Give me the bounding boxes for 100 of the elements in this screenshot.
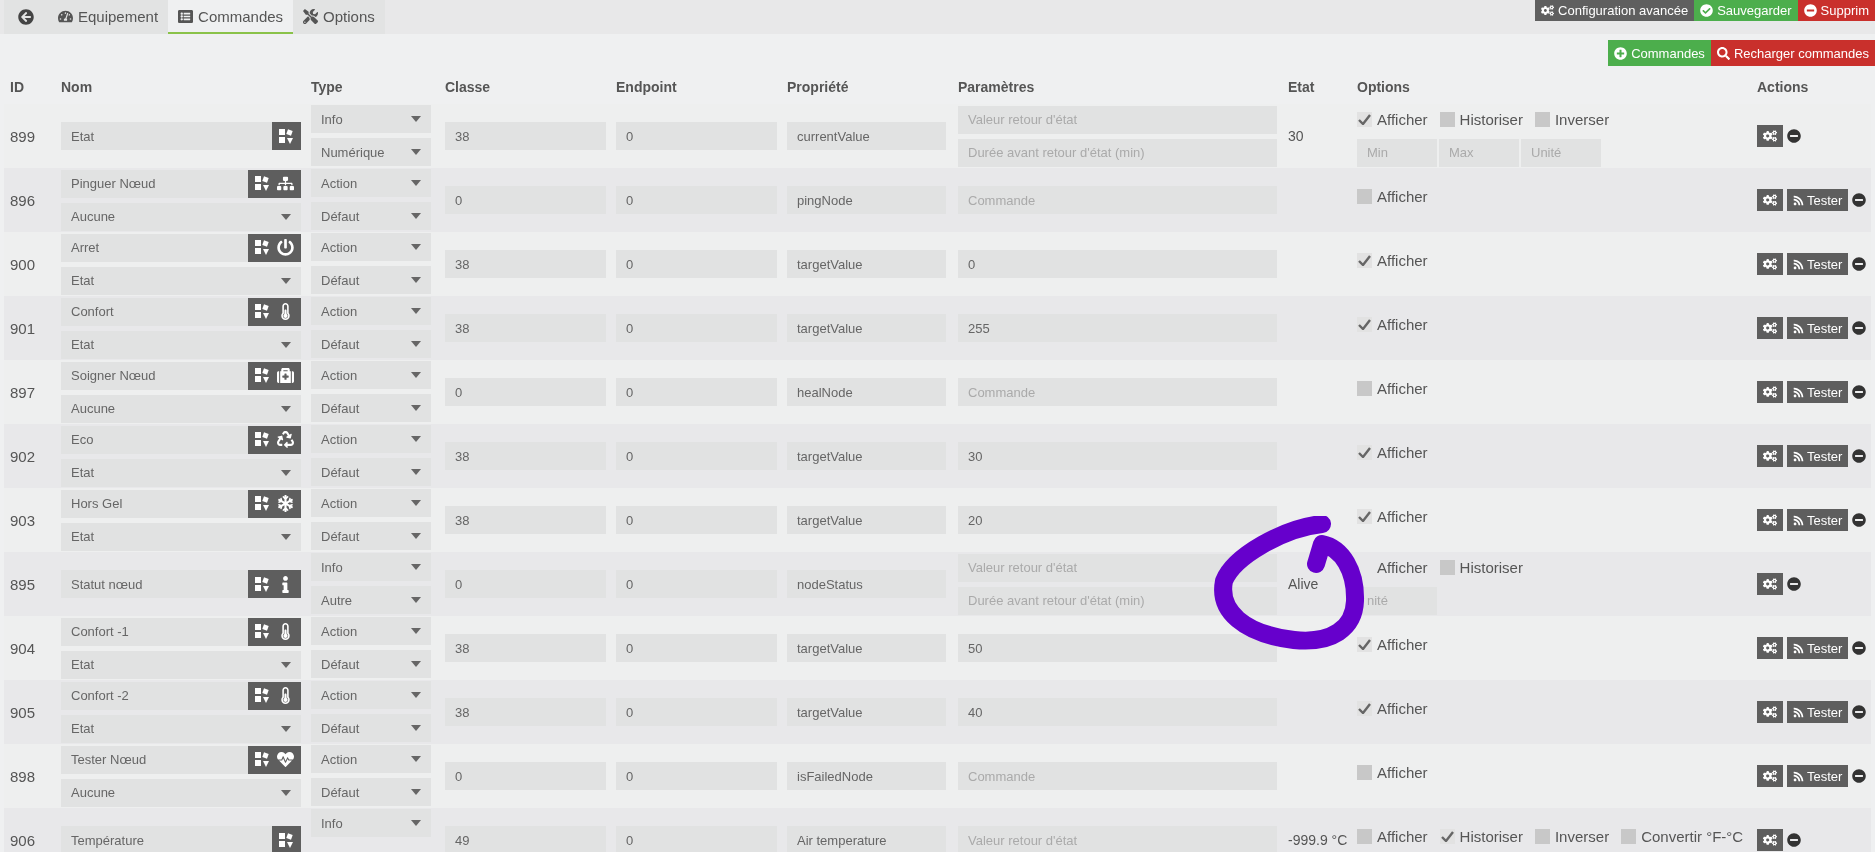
name-field[interactable]: Tester Nœud bbox=[61, 745, 248, 774]
reload-button[interactable]: Recharger commandes bbox=[1710, 40, 1875, 66]
type-select[interactable]: Action bbox=[311, 233, 431, 261]
type-select[interactable]: Action bbox=[311, 169, 431, 197]
value-select[interactable]: Etat bbox=[61, 458, 301, 487]
subtype-select[interactable]: Défaut bbox=[311, 714, 431, 742]
property-field[interactable]: pingNode bbox=[787, 186, 946, 214]
type-select[interactable]: Action bbox=[311, 297, 431, 325]
class-field[interactable]: 38 bbox=[445, 634, 606, 662]
name-field[interactable]: Statut nœud bbox=[61, 570, 248, 598]
remove-icon[interactable] bbox=[1852, 641, 1867, 655]
value-select[interactable]: Etat bbox=[61, 714, 301, 743]
option-field[interactable]: Min bbox=[1357, 138, 1437, 167]
class-field[interactable]: 38 bbox=[445, 314, 606, 342]
subtype-select[interactable]: Défaut bbox=[311, 458, 431, 486]
checkbox[interactable] bbox=[1357, 112, 1372, 127]
parameter-field[interactable]: Durée avant retour d'état (min) bbox=[958, 138, 1277, 167]
parameter-field[interactable]: Valeur retour d'état bbox=[958, 105, 1277, 134]
endpoint-field[interactable]: 0 bbox=[616, 122, 777, 150]
class-field[interactable]: 38 bbox=[445, 442, 606, 470]
property-field[interactable]: healNode bbox=[787, 378, 946, 406]
tab[interactable]: Commandes bbox=[168, 0, 294, 34]
checkbox[interactable] bbox=[1357, 508, 1372, 524]
type-select[interactable]: Info bbox=[311, 105, 431, 133]
name-field[interactable]: Confort -1 bbox=[61, 617, 248, 646]
name-field[interactable]: Arret bbox=[61, 233, 248, 262]
endpoint-field[interactable]: 0 bbox=[616, 378, 777, 406]
subtype-select[interactable]: Défaut bbox=[311, 522, 431, 550]
remove-icon[interactable] bbox=[1852, 449, 1867, 463]
endpoint-field[interactable]: 0 bbox=[616, 698, 777, 726]
endpoint-field[interactable]: 0 bbox=[616, 186, 777, 214]
test-button[interactable]: Tester bbox=[1787, 509, 1849, 531]
medkit-icon[interactable] bbox=[277, 367, 294, 384]
checkbox[interactable] bbox=[1534, 112, 1550, 127]
property-field[interactable]: Air temperature bbox=[787, 826, 946, 852]
endpoint-field[interactable]: 0 bbox=[616, 570, 777, 598]
remove-icon[interactable] bbox=[1852, 257, 1867, 271]
tiles-icon[interactable] bbox=[255, 432, 270, 447]
subtype-select[interactable]: Défaut bbox=[311, 266, 431, 294]
checkbox[interactable] bbox=[1357, 828, 1372, 844]
subtype-select[interactable]: Numérique bbox=[311, 138, 431, 166]
test-button[interactable]: Tester bbox=[1787, 637, 1849, 659]
config-button[interactable] bbox=[1757, 445, 1783, 467]
checkbox[interactable] bbox=[1357, 700, 1372, 716]
class-field[interactable]: 38 bbox=[445, 698, 606, 726]
endpoint-field[interactable]: 0 bbox=[616, 634, 777, 662]
config-button[interactable] bbox=[1757, 637, 1783, 659]
tiles-icon[interactable] bbox=[255, 496, 270, 511]
tiles-icon[interactable] bbox=[255, 176, 270, 191]
parameter-field[interactable]: 50 bbox=[958, 634, 1277, 662]
class-field[interactable]: 0 bbox=[445, 378, 606, 406]
remove-icon[interactable] bbox=[1852, 705, 1867, 719]
test-button[interactable]: Tester bbox=[1787, 765, 1849, 787]
tab[interactable]: Options bbox=[293, 0, 385, 34]
option-field[interactable]: Unité bbox=[1521, 138, 1601, 167]
property-field[interactable]: targetValue bbox=[787, 698, 946, 726]
value-select[interactable]: Etat bbox=[61, 522, 301, 551]
endpoint-field[interactable]: 0 bbox=[616, 442, 777, 470]
test-button[interactable]: Tester bbox=[1787, 253, 1849, 275]
value-select[interactable]: Etat bbox=[61, 330, 301, 359]
endpoint-field[interactable]: 0 bbox=[616, 506, 777, 534]
parameter-field[interactable]: Valeur retour d'état bbox=[958, 826, 1277, 852]
parameter-field[interactable]: 20 bbox=[958, 506, 1277, 534]
name-field[interactable]: Hors Gel bbox=[61, 489, 248, 518]
option-field[interactable]: Max bbox=[1439, 138, 1519, 167]
checkbox[interactable] bbox=[1357, 188, 1372, 204]
parameter-field[interactable]: Commande bbox=[958, 186, 1277, 214]
parameter-field[interactable]: 40 bbox=[958, 698, 1277, 726]
config-button[interactable] bbox=[1757, 381, 1783, 403]
parameter-field[interactable]: Commande bbox=[958, 762, 1277, 790]
name-field[interactable]: Etat bbox=[61, 122, 272, 150]
tiles-icon[interactable] bbox=[255, 576, 270, 592]
test-button[interactable]: Tester bbox=[1787, 381, 1849, 403]
endpoint-field[interactable]: 0 bbox=[616, 762, 777, 790]
checkbox[interactable] bbox=[1534, 828, 1550, 844]
subtype-select[interactable]: Autre bbox=[311, 586, 431, 614]
config-button[interactable]: Configuration avancée bbox=[1535, 0, 1695, 21]
checkbox[interactable] bbox=[1621, 828, 1637, 844]
class-field[interactable]: 38 bbox=[445, 506, 606, 534]
value-select[interactable]: Aucune bbox=[61, 202, 301, 231]
tiles-icon[interactable] bbox=[255, 624, 270, 639]
parameter-field[interactable]: 30 bbox=[958, 442, 1277, 470]
parameter-field[interactable]: 0 bbox=[958, 250, 1277, 278]
checkbox[interactable] bbox=[1439, 112, 1455, 127]
tiles-icon[interactable] bbox=[255, 240, 270, 255]
test-button[interactable]: Tester bbox=[1787, 317, 1849, 339]
remove-icon[interactable] bbox=[1852, 385, 1867, 399]
delete-button[interactable]: Supprim bbox=[1797, 0, 1875, 21]
name-field[interactable]: Eco bbox=[61, 425, 248, 454]
parameter-field[interactable]: Valeur retour d'état bbox=[958, 553, 1277, 582]
property-field[interactable]: targetValue bbox=[787, 634, 946, 662]
property-field[interactable]: nodeStatus bbox=[787, 570, 946, 598]
remove-icon[interactable] bbox=[1852, 513, 1867, 527]
subtype-select[interactable]: Défaut bbox=[311, 394, 431, 422]
class-field[interactable]: 0 bbox=[445, 570, 606, 598]
class-field[interactable]: 38 bbox=[445, 250, 606, 278]
checkbox[interactable] bbox=[1357, 444, 1372, 460]
test-button[interactable]: Tester bbox=[1787, 189, 1849, 211]
tab[interactable]: Equipement bbox=[48, 0, 169, 34]
class-field[interactable]: 0 bbox=[445, 186, 606, 214]
